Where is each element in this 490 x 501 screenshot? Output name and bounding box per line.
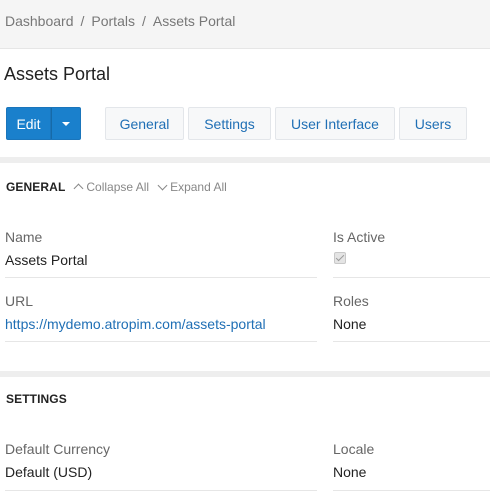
field-divider <box>333 277 490 278</box>
tab-users[interactable]: Users <box>399 107 467 140</box>
panel-divider <box>0 371 490 377</box>
tab-general[interactable]: General <box>105 107 184 140</box>
collapse-all-label: Collapse All <box>86 180 150 194</box>
general-panel-header: GENERAL Collapse All Expand All <box>6 180 227 194</box>
caret-down-icon <box>62 121 70 126</box>
tab-settings[interactable]: Settings <box>188 107 271 140</box>
locale-value: None <box>333 464 367 480</box>
breadcrumb-item-current: Assets Portal <box>152 13 236 29</box>
is-active-label: Is Active <box>333 229 386 245</box>
breadcrumb-bar: Dashboard / Portals / Assets Portal <box>0 0 490 49</box>
chevron-down-icon <box>157 180 168 191</box>
settings-panel-title: SETTINGS <box>6 392 67 406</box>
field-divider <box>5 490 317 491</box>
field-divider <box>333 490 490 491</box>
field-divider <box>5 277 317 278</box>
field-divider <box>5 341 317 342</box>
tab-user-interface[interactable]: User Interface <box>275 107 395 140</box>
edit-dropdown-button[interactable] <box>51 107 81 140</box>
field-divider <box>333 341 490 342</box>
default-currency-label: Default Currency <box>5 441 111 457</box>
name-label: Name <box>5 229 43 245</box>
breadcrumb-separator: / <box>80 13 85 29</box>
expand-all-label: Expand All <box>170 180 227 194</box>
panel-divider <box>0 157 490 163</box>
roles-value: None <box>333 316 367 332</box>
chevron-up-icon <box>73 183 84 194</box>
breadcrumb: Dashboard / Portals / Assets Portal <box>5 13 235 29</box>
breadcrumb-separator: / <box>141 13 146 29</box>
name-value: Assets Portal <box>5 252 88 268</box>
default-currency-value: Default (USD) <box>5 464 93 480</box>
url-link[interactable]: https://mydemo.atropim.com/assets-portal <box>5 316 266 332</box>
collapse-all-link[interactable]: Collapse All <box>73 180 150 194</box>
roles-label: Roles <box>333 293 369 309</box>
edit-button[interactable]: Edit <box>6 107 51 140</box>
checkbox-checked-icon <box>334 252 346 264</box>
settings-panel-header: SETTINGS <box>6 392 67 406</box>
general-panel-title: GENERAL <box>6 180 66 194</box>
locale-label: Locale <box>333 441 375 457</box>
breadcrumb-item-portals[interactable]: Portals <box>91 13 135 29</box>
url-label: URL <box>5 293 34 309</box>
expand-all-link[interactable]: Expand All <box>157 180 227 194</box>
page-title: Assets Portal <box>4 64 111 84</box>
breadcrumb-item-dashboard[interactable]: Dashboard <box>5 13 74 29</box>
